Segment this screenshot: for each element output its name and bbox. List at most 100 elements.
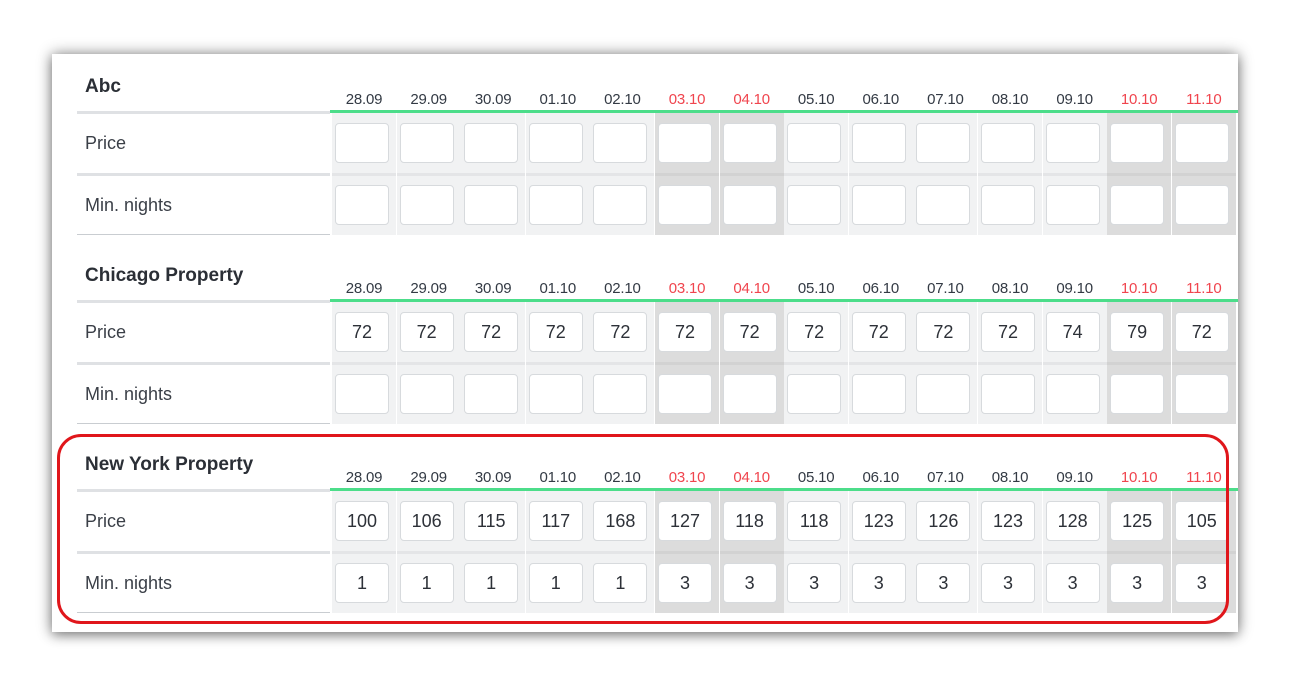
row-divider [848,551,913,554]
price-input[interactable]: 72 [981,312,1035,352]
price-input[interactable] [722,123,777,163]
min-nights-input[interactable] [981,374,1035,414]
price-input[interactable]: 72 [1174,312,1229,352]
price-input[interactable]: 79 [1110,312,1165,352]
min-nights-input[interactable] [722,374,777,414]
min-nights-input[interactable]: 1 [593,563,648,603]
date-header: 11.10 [1186,91,1222,108]
row-separator [77,300,330,303]
min-nights-input[interactable] [1045,374,1100,414]
price-input[interactable]: 117 [528,501,583,541]
row-divider [332,362,396,365]
price-input[interactable] [399,123,454,163]
min-nights-input[interactable] [851,185,906,225]
min-nights-input[interactable] [464,374,519,414]
price-input[interactable]: 72 [464,312,519,352]
price-input[interactable]: 105 [1174,501,1229,541]
min-nights-input[interactable] [593,374,648,414]
price-input[interactable]: 118 [722,501,777,541]
price-input[interactable]: 123 [851,501,906,541]
min-nights-input[interactable]: 3 [1110,563,1165,603]
price-input[interactable]: 72 [335,312,389,352]
price-input[interactable]: 100 [335,501,389,541]
price-input[interactable] [916,123,971,163]
min-nights-input[interactable] [335,374,389,414]
price-input[interactable] [658,123,712,163]
date-header: 01.10 [539,280,577,297]
date-header: 05.10 [797,280,835,297]
price-input[interactable] [593,123,648,163]
min-nights-input[interactable] [787,185,842,225]
property-name: Chicago Property [85,265,244,286]
price-input[interactable]: 72 [722,312,777,352]
price-input[interactable]: 74 [1045,312,1100,352]
min-nights-input[interactable]: 1 [464,563,519,603]
min-nights-input[interactable] [722,185,777,225]
price-input[interactable]: 115 [464,501,519,541]
row-divider [978,173,1042,176]
price-input[interactable] [981,123,1035,163]
min-nights-input[interactable] [464,185,519,225]
price-input[interactable]: 72 [916,312,971,352]
min-nights-input[interactable]: 3 [722,563,777,603]
price-input[interactable] [528,123,583,163]
price-input[interactable]: 72 [528,312,583,352]
min-nights-input[interactable]: 3 [916,563,971,603]
min-nights-input[interactable] [1174,185,1229,225]
min-nights-input[interactable]: 3 [851,563,906,603]
price-input[interactable] [1110,123,1165,163]
row-divider [1171,362,1236,365]
min-nights-input[interactable] [335,185,389,225]
price-input[interactable]: 106 [399,501,454,541]
price-input[interactable]: 72 [658,312,712,352]
min-nights-input[interactable]: 3 [787,563,842,603]
min-nights-input[interactable] [399,374,454,414]
price-input[interactable] [787,123,842,163]
price-input[interactable]: 72 [399,312,454,352]
min-nights-input[interactable] [916,185,971,225]
min-nights-input[interactable] [528,374,583,414]
date-header: 08.10 [991,280,1029,297]
price-input[interactable]: 123 [981,501,1035,541]
min-nights-input[interactable] [1045,185,1100,225]
min-nights-input[interactable] [787,374,842,414]
min-nights-input[interactable] [528,185,583,225]
price-input[interactable] [464,123,519,163]
price-input[interactable]: 168 [593,501,648,541]
price-input[interactable] [1045,123,1100,163]
price-input[interactable]: 72 [851,312,906,352]
price-input[interactable]: 127 [658,501,712,541]
price-input[interactable]: 125 [1110,501,1165,541]
price-input[interactable]: 118 [787,501,842,541]
price-input[interactable]: 72 [593,312,648,352]
min-nights-input[interactable]: 3 [1174,563,1229,603]
price-input[interactable] [851,123,906,163]
min-nights-input[interactable] [916,374,971,414]
price-input[interactable] [1174,123,1229,163]
date-header: 10.10 [1120,280,1158,297]
min-nights-input[interactable] [1110,185,1165,225]
price-input[interactable]: 72 [787,312,842,352]
min-nights-input[interactable] [981,185,1035,225]
min-nights-input[interactable] [399,185,454,225]
min-nights-input[interactable] [1110,374,1165,414]
min-nights-input[interactable] [851,374,906,414]
min-nights-input[interactable]: 1 [399,563,454,603]
price-input[interactable]: 128 [1045,501,1100,541]
min-nights-input[interactable]: 3 [981,563,1035,603]
date-header: 08.10 [991,469,1029,486]
price-input[interactable] [335,123,389,163]
min-nights-input[interactable] [658,185,712,225]
row-separator [77,111,330,114]
min-nights-input[interactable] [658,374,712,414]
min-nights-input[interactable]: 3 [658,563,712,603]
date-header: 10.10 [1120,469,1158,486]
row-divider [396,551,461,554]
min-nights-input[interactable]: 3 [1045,563,1100,603]
min-nights-input[interactable] [593,185,648,225]
min-nights-input[interactable] [1174,374,1229,414]
min-nights-input[interactable]: 1 [335,563,389,603]
date-header: 28.09 [345,469,383,486]
price-input[interactable]: 126 [916,501,971,541]
min-nights-input[interactable]: 1 [528,563,583,603]
